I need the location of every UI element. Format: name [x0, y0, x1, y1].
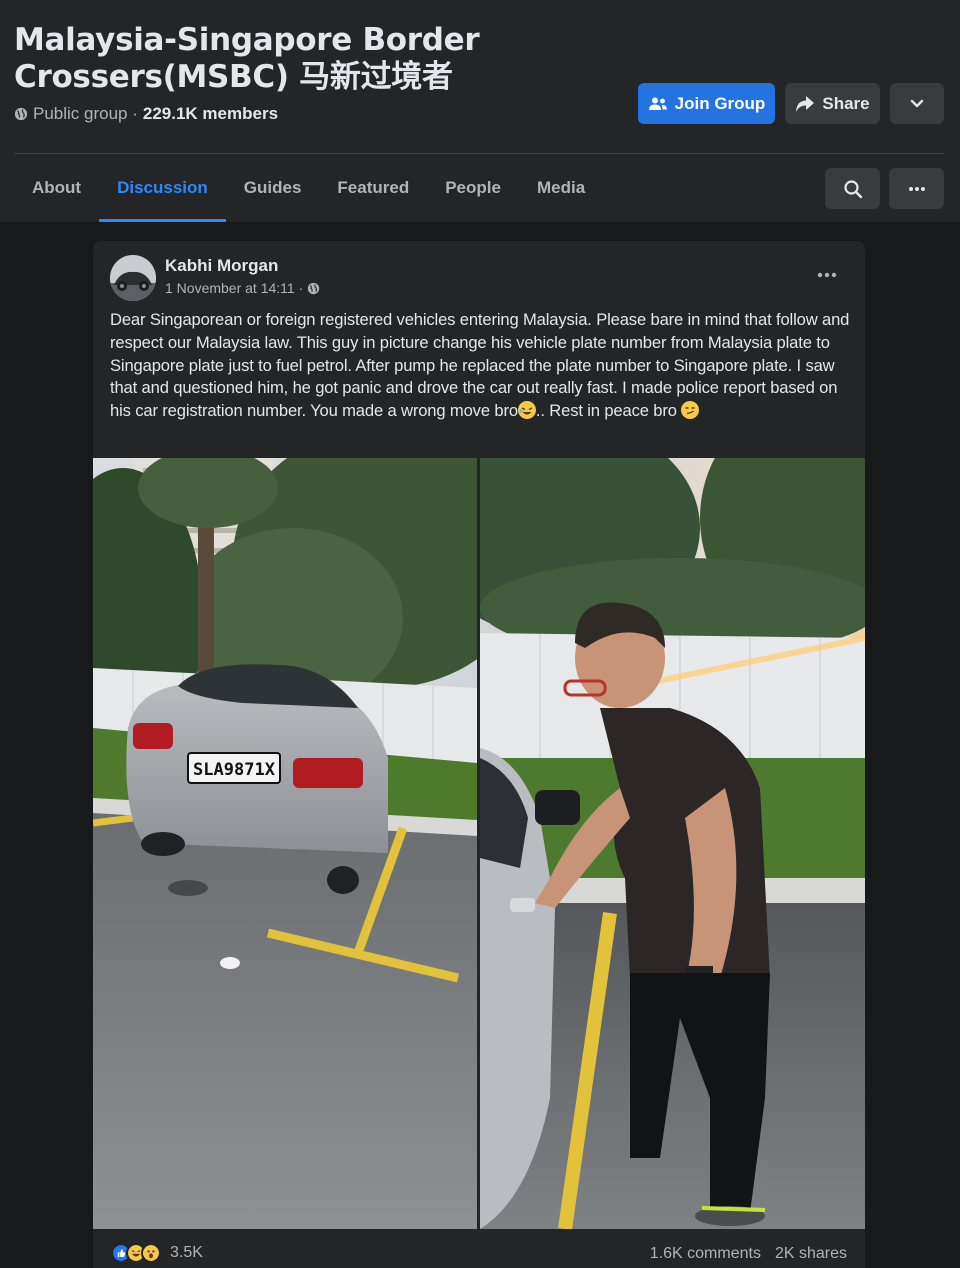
reactions-count: 3.5K — [170, 1244, 203, 1261]
tab-media[interactable]: Media — [519, 154, 603, 222]
join-group-button[interactable]: Join Group — [638, 83, 775, 124]
post-text: Dear Singaporean or foreign registered v… — [110, 309, 852, 423]
tab-featured[interactable]: Featured — [319, 154, 427, 222]
share-label: Share — [822, 93, 870, 113]
chevron-down-icon — [910, 99, 924, 107]
more-horizontal-icon — [908, 186, 925, 191]
shares-count[interactable]: 2K shares — [775, 1245, 847, 1263]
group-tabs: About Discussion Guides Featured People … — [14, 154, 603, 222]
globe-icon — [14, 107, 28, 121]
search-button[interactable] — [825, 168, 880, 209]
wow-icon — [141, 1243, 161, 1263]
post-photos: SLA9871X — [93, 458, 865, 1229]
search-icon — [843, 179, 862, 198]
group-header: Malaysia-Singapore Border Crossers(MSBC)… — [0, 0, 960, 222]
post-author[interactable]: Kabhi Morgan — [165, 256, 278, 276]
reactions-summary[interactable]: 3.5K — [111, 1243, 203, 1263]
post-timestamp[interactable]: 1 November at 14:11 · — [165, 280, 303, 296]
tab-people[interactable]: People — [427, 154, 519, 222]
post-photo-car[interactable]: SLA9871X — [93, 458, 477, 1229]
avatar[interactable] — [110, 255, 156, 301]
share-arrow-icon — [796, 95, 815, 112]
tab-guides[interactable]: Guides — [226, 154, 320, 222]
post-text-main: Dear Singaporean or foreign registered v… — [110, 310, 850, 421]
group-menu-button[interactable] — [889, 168, 944, 209]
more-horizontal-icon — [817, 272, 837, 278]
group-privacy: Public group · — [33, 104, 138, 123]
share-button[interactable]: Share — [785, 83, 880, 124]
license-plate-text: SLA9871X — [193, 760, 276, 780]
globe-icon — [308, 282, 320, 294]
group-meta: Public group · 229.1K members — [14, 104, 278, 124]
post-photo-man[interactable] — [480, 458, 865, 1229]
people-icon — [648, 97, 667, 110]
rofl-emoji-icon — [517, 401, 536, 420]
post-options-button[interactable] — [807, 263, 847, 287]
join-group-label: Join Group — [674, 93, 766, 113]
tab-about[interactable]: About — [14, 154, 99, 222]
tab-discussion[interactable]: Discussion — [99, 154, 226, 222]
post-meta: 1 November at 14:11 · — [165, 280, 320, 296]
post-card: Kabhi Morgan 1 November at 14:11 · Dear … — [93, 241, 865, 1268]
group-title[interactable]: Malaysia-Singapore Border Crossers(MSBC)… — [14, 22, 534, 96]
comments-count[interactable]: 1.6K comments — [650, 1245, 761, 1263]
group-member-count[interactable]: 229.1K members — [143, 104, 278, 124]
more-options-button[interactable] — [890, 83, 944, 124]
post-text-tail: .. Rest in peace bro — [535, 401, 682, 421]
smirk-emoji-icon — [681, 401, 700, 420]
post-stats: 1.6K comments 2K shares — [650, 1245, 847, 1263]
